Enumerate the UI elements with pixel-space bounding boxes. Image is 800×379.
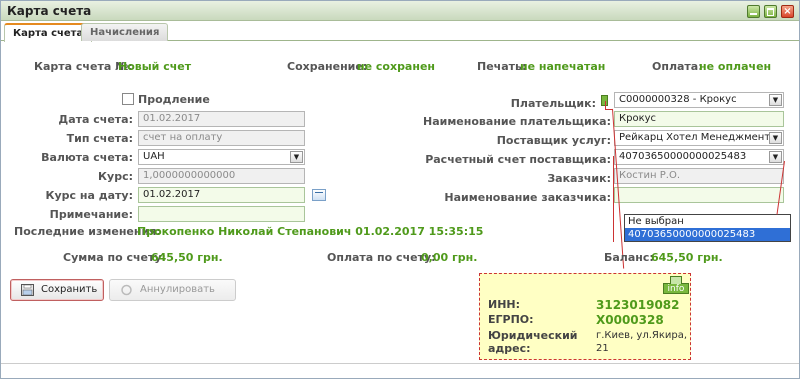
minimize-icon[interactable] [747,5,760,18]
print-status-label: Печать: [477,60,527,73]
payer-name-input[interactable]: Крокус [614,111,784,127]
paid-label: Оплата по счету: [327,251,436,264]
print-status-value: не напечатан [520,60,606,73]
address-value-2: 21 [596,343,609,354]
rate-date-input[interactable]: 01.02.2017 [138,187,305,203]
save-status-value: не сохранен [357,60,436,73]
date-label: Дата счета: [58,113,133,126]
chevron-down-icon[interactable]: ▼ [290,151,303,163]
chevron-down-icon[interactable]: ▼ [769,94,782,106]
account-select[interactable]: 40703650000000025483 ▼ [614,149,784,165]
tab-invoice-card[interactable]: Карта счета [4,23,93,42]
inn-label: ИНН: [488,298,521,311]
prolong-label: Продление [138,93,210,106]
customer-name-input[interactable] [614,187,784,203]
paid-value: 0,00 грн. [421,251,478,264]
type-label: Тип счета: [66,132,133,145]
window-title: Карта счета [7,4,92,18]
type-field: счет на оплату [138,130,305,146]
customer-name-label: Наименование заказчика: [444,191,611,204]
balance-value: 645,50 грн. [651,251,723,264]
save-button-label: Сохранить [41,284,98,295]
account-dropdown-list[interactable]: Не выбран 40703650000000025483 [624,214,791,242]
calendar-icon[interactable] [312,189,326,201]
date-field: 01.02.2017 [138,111,305,127]
dropdown-option[interactable]: Не выбран [625,215,790,228]
chevron-down-icon[interactable]: ▼ [769,132,782,144]
address-label: Юридический [488,329,578,342]
account-value: 40703650000000025483 [619,151,747,162]
callout-line [613,156,614,242]
payer-info-tooltip: info ИНН: 3123019082 ЕГРПО: X0000328 Юри… [479,273,691,360]
info-badge-icon: info [663,276,689,294]
address-value: г.Киев, ул.Якира, [596,330,688,341]
chevron-down-icon[interactable]: ▼ [769,151,782,163]
save-icon [21,284,34,296]
balance-label: Баланс: [604,251,654,264]
supplier-select[interactable]: Рейкарц Хотел Менеджмент ▼ [614,130,784,146]
cancel-button[interactable]: Аннулировать [109,279,236,301]
payer-label: Плательщик: [510,97,596,110]
tab-bar: Карта счета Начисления [1,22,799,42]
payer-name-label: Наименование плательщика: [422,115,611,128]
currency-select[interactable]: UAH ▼ [138,149,305,165]
sum-value: 645,50 грн. [151,251,223,264]
save-status-label: Сохранение: [287,60,368,73]
rate-date-label: Курс на дату: [45,189,134,202]
card-number-value: Новый счет [118,60,192,73]
currency-label: Валюта счета: [41,151,133,164]
close-icon[interactable]: × [781,5,794,18]
inn-value: 3123019082 [596,298,680,312]
save-button[interactable]: Сохранить [10,279,104,301]
invoice-window: Карта счета × Карта счета Начисления Кар… [0,0,800,379]
title-bar[interactable]: Карта счета × [1,1,799,21]
address-label-2: адрес: [488,342,531,355]
rate-label: Курс: [98,170,133,183]
note-label: Примечание: [49,208,133,221]
dropdown-option-selected[interactable]: 40703650000000025483 [625,228,790,241]
payer-value: C0000000328 - Крокус [619,94,737,105]
callout-line [605,101,606,109]
maximize-icon[interactable] [764,5,777,18]
tab-charges[interactable]: Начисления [81,23,169,41]
payment-status-value: не оплачен [699,60,772,73]
note-input[interactable] [138,206,305,222]
customer-field: Костин Р.О. [614,168,784,184]
supplier-label: Поставщик услуг: [496,134,611,147]
payment-status-label: Оплата: [652,60,703,73]
cancel-icon [121,284,132,296]
egrpo-value: X0000328 [596,313,664,327]
account-label: Расчетный счет поставщика: [425,153,611,166]
customer-label: Заказчик: [547,172,611,185]
supplier-value: Рейкарц Хотел Менеджмент [619,132,771,143]
last-change-value: Прокопенко Николай Степанович 01.02.2017… [137,225,484,238]
prolong-checkbox[interactable] [122,93,134,105]
payer-select[interactable]: C0000000328 - Крокус ▼ [614,92,784,108]
divider [1,363,799,364]
cancel-button-label: Аннулировать [140,284,215,295]
egrpo-label: ЕГРПО: [488,313,534,326]
currency-value: UAH [143,151,165,162]
rate-field: 1,0000000000000 [138,168,305,184]
